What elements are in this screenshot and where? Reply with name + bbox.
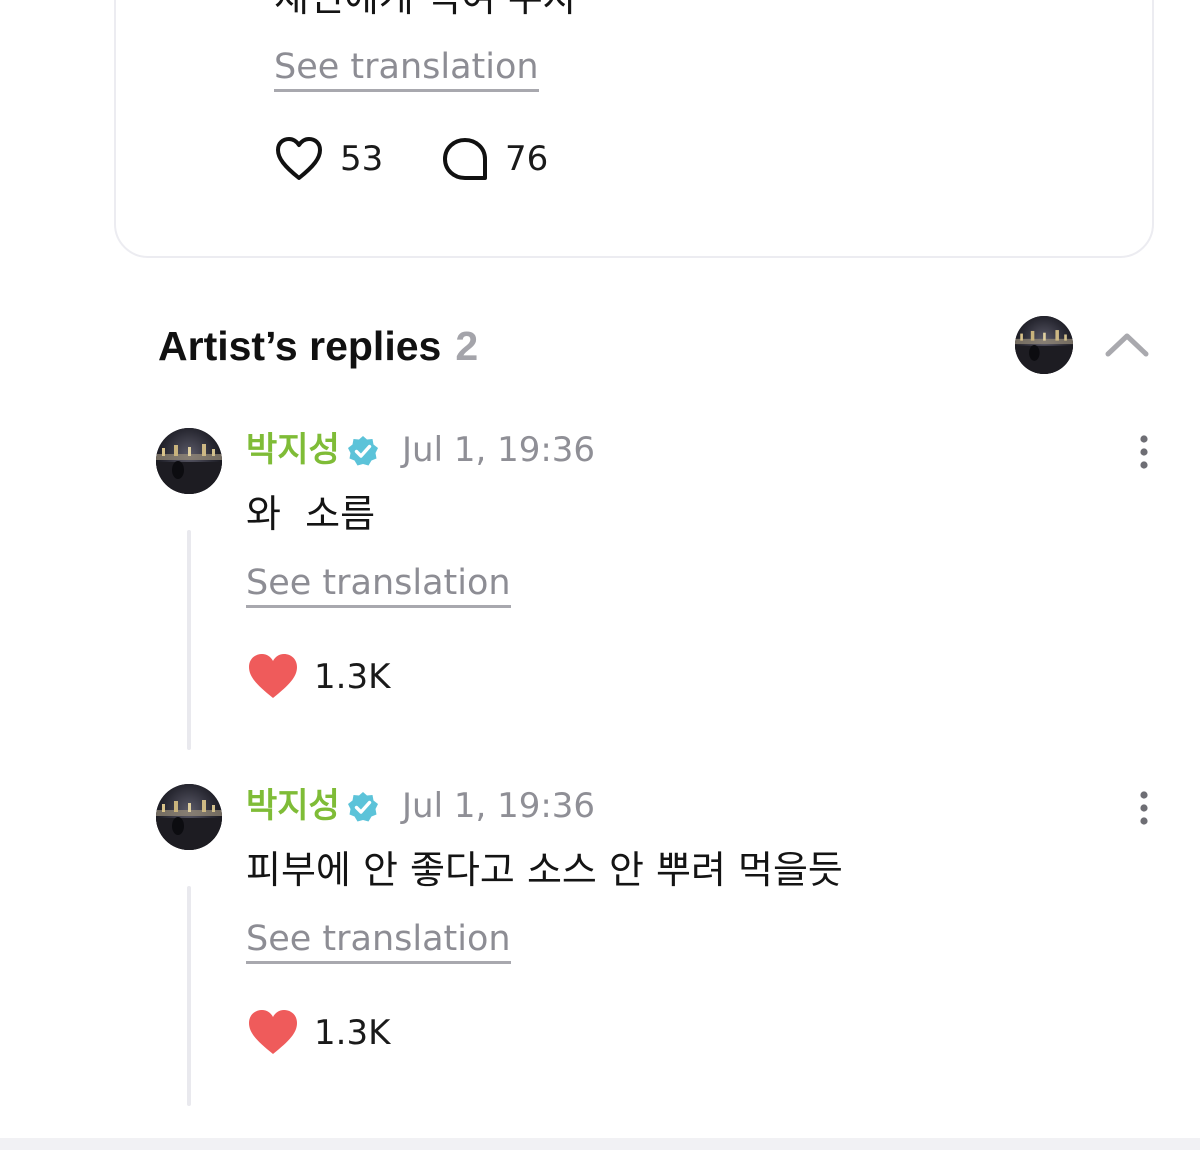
artist-replies-title: Artist’s replies [158, 322, 442, 369]
timestamp: Jul 1, 19:36 [402, 786, 596, 826]
more-options-icon[interactable] [1132, 432, 1156, 472]
avatar[interactable] [156, 784, 222, 850]
see-translation-link[interactable]: See translation [246, 918, 511, 964]
like-button[interactable]: 1.3K [246, 652, 390, 702]
chevron-up-icon[interactable] [1102, 322, 1152, 366]
heart-filled-icon [249, 1010, 297, 1054]
verified-badge-icon [348, 792, 378, 822]
artist-avatar-thumbnail [1015, 316, 1073, 374]
comment-button[interactable]: 76 [441, 135, 548, 183]
more-options-icon[interactable] [1132, 788, 1156, 828]
artist-replies-count: 2 [455, 322, 479, 369]
post-text: 재민에게 먹여 주자 [274, 0, 578, 22]
reply-item: 박지성 Jul 1, 19:36 와 소름 See translation 1.… [0, 428, 1200, 768]
verified-badge-icon [348, 436, 378, 466]
thread-line [187, 886, 191, 1106]
heart-filled-icon [249, 654, 297, 698]
speech-bubble-icon [443, 138, 487, 180]
like-count: 1.3K [314, 1013, 391, 1053]
like-count: 53 [340, 139, 384, 179]
reply-text: 피부에 안 좋다고 소스 안 뿌려 먹을듯 [246, 848, 843, 892]
timestamp: Jul 1, 19:36 [402, 430, 596, 470]
author-name[interactable]: 박지성 [246, 786, 340, 826]
author-name[interactable]: 박지성 [246, 430, 340, 470]
see-translation-link[interactable]: See translation [274, 46, 539, 92]
like-button[interactable]: 53 [274, 135, 383, 183]
see-translation-link[interactable]: See translation [246, 562, 511, 608]
heart-outline-icon [276, 137, 322, 180]
reply-item: 박지성 Jul 1, 19:36 피부에 안 좋다고 소스 안 뿌려 먹을듯 S… [0, 784, 1200, 1124]
like-button[interactable]: 1.3K [246, 1008, 390, 1058]
reply-text: 와 소름 [246, 492, 376, 536]
like-count: 1.3K [314, 657, 391, 697]
post-card: 재민에게 먹여 주자 See translation 53 76 [114, 0, 1154, 258]
avatar[interactable] [156, 428, 222, 494]
thread-line [187, 530, 191, 750]
comment-count: 76 [505, 139, 549, 179]
section-divider [0, 1138, 1200, 1150]
artist-replies-header[interactable]: Artist’s replies 2 [158, 318, 478, 374]
